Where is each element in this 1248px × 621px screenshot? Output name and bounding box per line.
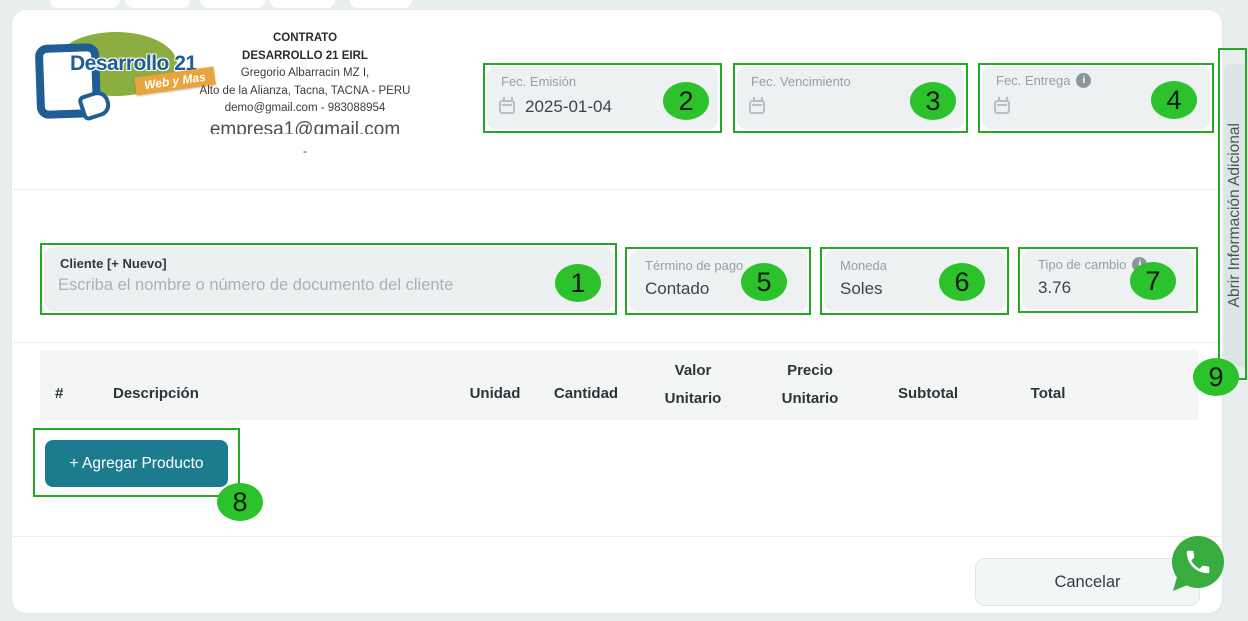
company-contact: demo@gmail.com - 983088954 [150,100,460,118]
cliente-field[interactable]: Cliente [+ Nuevo] [44,247,613,311]
open-additional-info-tab[interactable]: Abrir Información Adicional [1224,64,1245,366]
top-tab-2[interactable] [125,0,190,8]
header-divider [13,189,1221,190]
annotation-badge-7: 7 [1130,262,1176,300]
annotation-badge-9: 9 [1193,358,1239,396]
fec-emision-value: 2025-01-04 [525,97,612,117]
col-cantidad: Cantidad [536,385,636,402]
company-name: DESARROLLO 21 EIRL [150,48,460,66]
annotation-badge-3: 3 [910,82,956,120]
tipo-cambio-label-text: Tipo de cambio [1038,257,1126,272]
company-address-2: Alto de la Alianza, Tacna, TACNA - PERU [150,83,460,101]
annotation-badge-1: 1 [555,264,601,302]
company-info: CONTRATO DESARROLLO 21 EIRL Gregorio Alb… [150,30,460,160]
company-email: empresa1@gmail.com [150,120,460,134]
fec-vencimiento-label: Fec. Vencimiento [751,74,851,89]
col-precio-unitario: Precio Unitario [768,357,852,413]
cliente-input[interactable] [58,276,548,295]
table-top-divider [13,342,1221,343]
top-tab-4[interactable] [270,0,335,8]
termino-pago-value: Contado [645,279,709,299]
col-total: Total [998,385,1098,402]
cliente-label: Cliente [+ Nuevo] [60,256,167,271]
fec-entrega-label: Fec. Entrega i [996,73,1091,88]
whatsapp-icon[interactable] [1166,533,1228,595]
fec-entrega-label-text: Fec. Entrega [996,73,1070,88]
tipo-cambio-value: 3.76 [1038,278,1071,298]
company-address-1: Gregorio Albarracin MZ I, [150,65,460,83]
tipo-cambio-label: Tipo de cambio i [1038,257,1147,272]
col-subtotal: Subtotal [878,385,978,402]
annotation-badge-2: 2 [663,82,709,120]
calendar-icon[interactable] [749,100,765,114]
separator-dash: - [150,143,460,161]
moneda-label: Moneda [840,258,887,273]
top-tab-5[interactable] [350,0,412,8]
col-unidad: Unidad [445,385,545,402]
info-icon[interactable]: i [1076,73,1091,88]
annotation-badge-5: 5 [741,263,787,301]
fec-emision-label: Fec. Emisión [501,74,576,89]
annotation-badge-8: 8 [217,483,263,521]
add-product-button[interactable]: + Agregar Producto [45,440,228,487]
calendar-icon[interactable] [994,100,1010,114]
annotation-badge-6: 6 [939,263,985,301]
doc-type-title: CONTRATO [150,30,460,48]
calendar-icon[interactable] [499,100,515,114]
footer-divider [13,536,1221,537]
open-additional-info-label: Abrir Información Adicional [1226,123,1244,307]
termino-pago-label: Término de pago [645,258,743,273]
col-valor-unitario: Valor Unitario [651,357,735,413]
top-tab-3[interactable] [200,0,265,8]
top-tab-1[interactable] [50,0,120,8]
col-descripcion: Descripción [113,385,199,402]
moneda-value: Soles [840,279,883,299]
annotation-badge-4: 4 [1151,81,1197,119]
col-number: # [55,385,63,402]
